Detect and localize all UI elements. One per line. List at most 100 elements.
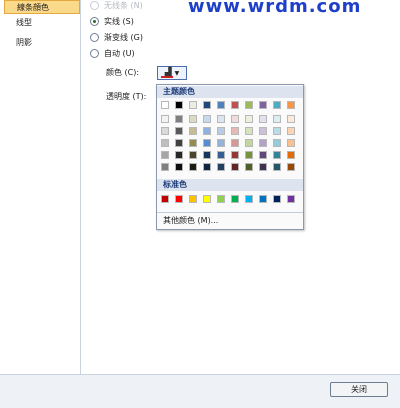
theme-shade-swatch[interactable] <box>273 115 281 123</box>
standard-color-swatch[interactable] <box>203 195 211 203</box>
theme-shade-swatch[interactable] <box>189 127 197 135</box>
current-color-bar <box>161 76 173 78</box>
standard-color-swatch[interactable] <box>245 195 253 203</box>
theme-shade-swatch[interactable] <box>245 163 253 171</box>
theme-shade-swatch[interactable] <box>203 127 211 135</box>
theme-shade-swatch[interactable] <box>203 151 211 159</box>
theme-shade-swatch[interactable] <box>231 127 239 135</box>
theme-shade-swatch[interactable] <box>203 163 211 171</box>
theme-shade-swatch[interactable] <box>217 139 225 147</box>
theme-color-swatch[interactable] <box>245 101 253 109</box>
theme-shade-swatch[interactable] <box>273 139 281 147</box>
category-label: 阴影 <box>16 38 32 47</box>
theme-shade-swatch[interactable] <box>287 139 295 147</box>
color-palette-popup: 主题颜色 标准色 其他颜色 (M)... <box>156 84 304 230</box>
theme-shade-swatch[interactable] <box>245 115 253 123</box>
chevron-down-icon: ▼ <box>174 69 180 77</box>
standard-color-swatch[interactable] <box>217 195 225 203</box>
theme-shade-swatch[interactable] <box>287 163 295 171</box>
standard-color-swatch[interactable] <box>161 195 169 203</box>
theme-shade-swatch[interactable] <box>259 127 267 135</box>
theme-shade-swatch[interactable] <box>175 127 183 135</box>
radio-label: 自动 (U) <box>104 48 135 58</box>
standard-color-swatch[interactable] <box>273 195 281 203</box>
close-button[interactable]: 关闭 <box>330 382 388 397</box>
theme-shade-swatch[interactable] <box>259 163 267 171</box>
radio-button[interactable] <box>90 32 99 42</box>
radio-label: 实线 (S) <box>104 16 134 26</box>
theme-shade-swatch[interactable] <box>175 163 183 171</box>
theme-shade-swatch[interactable] <box>287 151 295 159</box>
radio-auto-line[interactable]: 自动 (U) <box>90 46 135 60</box>
theme-shade-swatch[interactable] <box>231 151 239 159</box>
theme-shade-swatch[interactable] <box>259 115 267 123</box>
radio-no-line[interactable]: 无线条 (N) <box>90 0 143 12</box>
theme-shade-swatch[interactable] <box>245 151 253 159</box>
standard-color-swatch[interactable] <box>175 195 183 203</box>
radio-label: 无线条 (N) <box>104 0 143 10</box>
theme-shade-swatch[interactable] <box>273 127 281 135</box>
transparency-label: 透明度 (T): <box>106 92 147 101</box>
theme-shade-swatch[interactable] <box>189 115 197 123</box>
theme-shade-swatch[interactable] <box>245 127 253 135</box>
theme-color-swatch[interactable] <box>231 101 239 109</box>
theme-shade-swatch[interactable] <box>161 163 169 171</box>
theme-shade-swatch[interactable] <box>217 127 225 135</box>
theme-colors-header: 主题颜色 <box>157 86 303 98</box>
color-label: 颜色 (C): <box>106 68 140 77</box>
standard-color-swatch[interactable] <box>231 195 239 203</box>
theme-color-swatch[interactable] <box>161 101 169 109</box>
radio-label: 渐变线 (G) <box>104 32 143 42</box>
radio-button[interactable] <box>90 48 99 58</box>
theme-shade-swatch[interactable] <box>217 151 225 159</box>
radio-gradient-line[interactable]: 渐变线 (G) <box>90 30 143 44</box>
theme-shade-swatch[interactable] <box>259 139 267 147</box>
theme-shade-swatch[interactable] <box>245 139 253 147</box>
theme-shade-swatch[interactable] <box>231 163 239 171</box>
theme-shade-swatch[interactable] <box>189 139 197 147</box>
category-label: 線条顔色 <box>17 3 49 12</box>
theme-shade-swatch[interactable] <box>259 151 267 159</box>
radio-solid-line[interactable]: 实线 (S) <box>90 14 134 28</box>
theme-color-swatch[interactable] <box>259 101 267 109</box>
theme-shade-swatch[interactable] <box>231 115 239 123</box>
category-list: 線条顔色 线型 阴影 <box>4 0 81 374</box>
theme-shade-swatch[interactable] <box>287 115 295 123</box>
theme-shade-swatch[interactable] <box>189 163 197 171</box>
theme-color-swatch[interactable] <box>189 101 197 109</box>
theme-shade-swatch[interactable] <box>161 139 169 147</box>
theme-shade-swatch[interactable] <box>161 127 169 135</box>
divider <box>157 212 303 213</box>
theme-shade-swatch[interactable] <box>203 115 211 123</box>
theme-color-swatch[interactable] <box>175 101 183 109</box>
theme-shade-swatch[interactable] <box>287 127 295 135</box>
theme-color-swatch[interactable] <box>287 101 295 109</box>
theme-shade-swatch[interactable] <box>217 163 225 171</box>
standard-color-swatch[interactable] <box>259 195 267 203</box>
theme-shade-swatch[interactable] <box>273 151 281 159</box>
standard-color-swatch[interactable] <box>287 195 295 203</box>
category-shadow[interactable]: 阴影 <box>4 36 80 50</box>
radio-button[interactable] <box>90 0 99 10</box>
theme-shade-swatch[interactable] <box>175 151 183 159</box>
theme-shade-swatch[interactable] <box>273 163 281 171</box>
theme-shade-swatch[interactable] <box>231 139 239 147</box>
theme-color-swatch[interactable] <box>217 101 225 109</box>
color-picker-button[interactable]: ▟ ▼ <box>157 66 187 80</box>
theme-shade-swatch[interactable] <box>161 151 169 159</box>
theme-shade-swatch[interactable] <box>175 115 183 123</box>
radio-button[interactable] <box>90 16 99 26</box>
watermark: www.wrdm.com <box>188 0 362 17</box>
category-line-color[interactable]: 線条顔色 <box>4 0 80 14</box>
theme-shade-swatch[interactable] <box>217 115 225 123</box>
theme-color-swatch[interactable] <box>273 101 281 109</box>
standard-color-swatch[interactable] <box>189 195 197 203</box>
theme-shade-swatch[interactable] <box>161 115 169 123</box>
theme-color-swatch[interactable] <box>203 101 211 109</box>
more-colors-item[interactable]: 其他颜色 (M)... <box>163 215 218 227</box>
theme-shade-swatch[interactable] <box>189 151 197 159</box>
theme-shade-swatch[interactable] <box>203 139 211 147</box>
theme-shade-swatch[interactable] <box>175 139 183 147</box>
category-label: 线型 <box>16 18 32 27</box>
category-line-style[interactable]: 线型 <box>4 16 80 30</box>
